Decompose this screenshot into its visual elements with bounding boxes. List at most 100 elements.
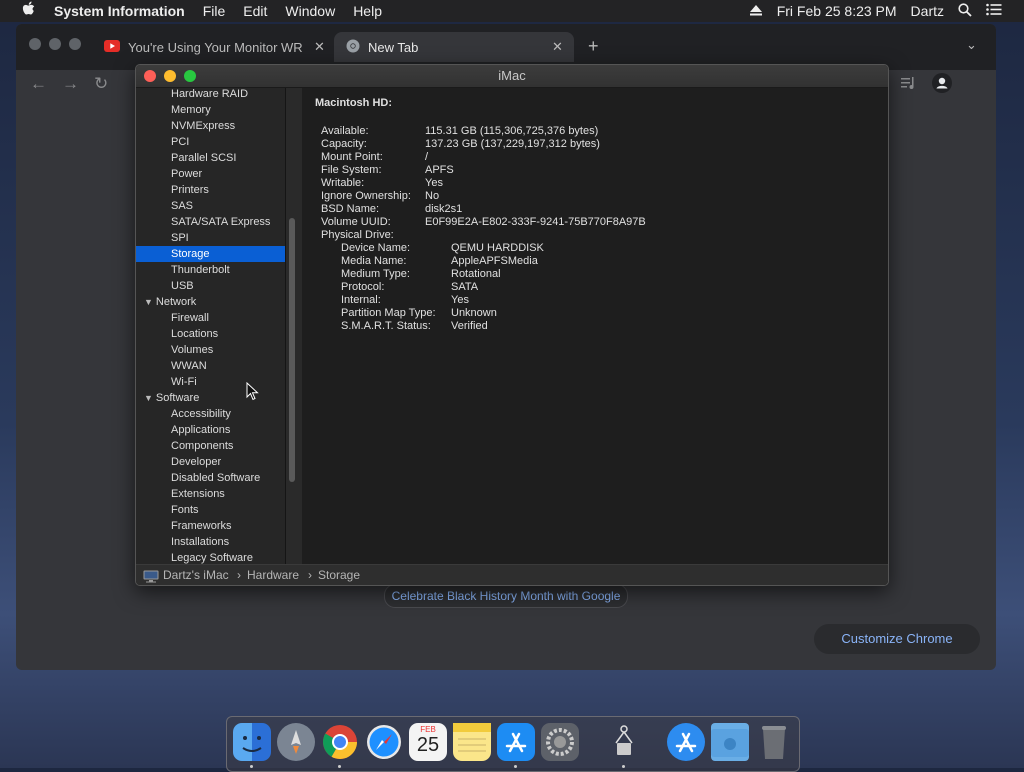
- path-storage[interactable]: Storage: [318, 565, 360, 585]
- sidebar-item-label: WWAN: [171, 360, 207, 372]
- apple-menu-icon[interactable]: [20, 1, 38, 21]
- sidebar-item[interactable]: SAS: [136, 198, 285, 214]
- property-key: BSD Name:: [321, 203, 380, 215]
- sidebar-item[interactable]: WWAN: [136, 358, 285, 374]
- sidebar-item[interactable]: USB: [136, 278, 285, 294]
- sidebar-item[interactable]: Frameworks: [136, 518, 285, 534]
- property-value: Unknown: [451, 307, 497, 319]
- customize-chrome-button[interactable]: Customize Chrome: [814, 624, 980, 654]
- property-key: Partition Map Type:: [341, 307, 436, 319]
- chrome-close-button[interactable]: [29, 38, 41, 50]
- disclosure-triangle-icon[interactable]: ▼: [144, 297, 153, 307]
- sidebar-item-label: Extensions: [171, 488, 225, 500]
- sidebar-item-label: Installations: [171, 536, 230, 548]
- sidebar-item[interactable]: NVMExpress: [136, 118, 285, 134]
- sidebar-item-label: Locations: [171, 328, 219, 340]
- sidebar-item[interactable]: SATA/SATA Express: [136, 214, 285, 230]
- forward-arrow-icon[interactable]: →: [62, 74, 79, 94]
- path-computer[interactable]: Dartz's iMac: [163, 565, 229, 585]
- back-arrow-icon[interactable]: ←: [30, 74, 47, 94]
- sidebar-item[interactable]: Fonts: [136, 502, 285, 518]
- menu-file[interactable]: File: [203, 3, 226, 19]
- window-title-bar[interactable]: iMac: [136, 65, 888, 88]
- property-key: File System:: [321, 164, 382, 176]
- property-key: Media Name:: [341, 255, 407, 267]
- dock: FEB 25: [226, 716, 800, 772]
- trash-icon[interactable]: [755, 723, 793, 761]
- tab-close-icon[interactable]: ✕: [552, 39, 563, 55]
- sidebar-item[interactable]: Accessibility: [136, 406, 285, 422]
- sidebar-group-header[interactable]: ▼ Network: [136, 294, 285, 310]
- menu-edit[interactable]: Edit: [243, 3, 267, 19]
- sidebar-item[interactable]: Printers: [136, 182, 285, 198]
- menubar-user[interactable]: Dartz: [911, 3, 944, 19]
- tab-search-chevron-icon[interactable]: ⌄: [966, 37, 977, 53]
- sidebar-item[interactable]: Memory: [136, 102, 285, 118]
- sidebar-item[interactable]: Legacy Software: [136, 550, 285, 564]
- sidebar-item[interactable]: Thunderbolt: [136, 262, 285, 278]
- system-information-icon[interactable]: [605, 723, 643, 761]
- sidebar-item[interactable]: Disabled Software: [136, 470, 285, 486]
- menu-help[interactable]: Help: [353, 3, 382, 19]
- sidebar-item[interactable]: Developer: [136, 454, 285, 470]
- menu-window[interactable]: Window: [285, 3, 335, 19]
- sidebar-item[interactable]: Storage: [136, 246, 285, 262]
- sidebar-item[interactable]: PCI: [136, 134, 285, 150]
- chrome-zoom-button[interactable]: [69, 38, 81, 50]
- sidebar-item[interactable]: Hardware RAID: [136, 88, 285, 102]
- sidebar-item-label: Fonts: [171, 504, 199, 516]
- scrollbar-thumb[interactable]: [289, 218, 295, 482]
- sidebar-item[interactable]: Power: [136, 166, 285, 182]
- reload-icon[interactable]: ↻: [94, 74, 108, 94]
- tab-new-tab[interactable]: New Tab: [334, 32, 574, 62]
- sidebar-item[interactable]: Parallel SCSI: [136, 150, 285, 166]
- sidebar-item[interactable]: Components: [136, 438, 285, 454]
- profile-avatar-icon[interactable]: [932, 73, 952, 98]
- minimize-button[interactable]: [164, 70, 176, 82]
- sidebar-item-label: PCI: [171, 136, 190, 148]
- property-key: Capacity:: [321, 138, 367, 150]
- sidebar-item[interactable]: Firewall: [136, 310, 285, 326]
- downloads-folder-icon[interactable]: [711, 723, 749, 761]
- sidebar-item-label: Legacy Software: [171, 552, 253, 564]
- category-sidebar: Hardware RAID Memory NVMExpress PCI Parallel…: [136, 88, 285, 564]
- volume-heading: Macintosh HD:: [315, 97, 392, 109]
- path-hardware[interactable]: Hardware: [247, 565, 299, 585]
- chrome-minimize-button[interactable]: [49, 38, 61, 50]
- sidebar-item[interactable]: Locations: [136, 326, 285, 342]
- finder-icon[interactable]: [233, 723, 271, 761]
- applications-folder-icon[interactable]: [667, 723, 705, 761]
- sidebar-item[interactable]: Installations: [136, 534, 285, 550]
- disclosure-triangle-icon[interactable]: ▼: [144, 393, 153, 403]
- system-preferences-icon[interactable]: [541, 723, 579, 761]
- tab-close-icon[interactable]: ✕: [314, 39, 325, 55]
- media-queue-icon[interactable]: [901, 75, 917, 95]
- property-value: No: [425, 190, 440, 202]
- sidebar-group-header[interactable]: ▼ Software: [136, 390, 285, 406]
- launchpad-icon[interactable]: [277, 723, 315, 761]
- notes-icon[interactable]: [453, 723, 491, 761]
- tab-youtube[interactable]: You're Using Your Monitor WR: [104, 32, 330, 62]
- calendar-icon[interactable]: FEB 25: [409, 723, 447, 761]
- close-button[interactable]: [144, 70, 156, 82]
- sidebar-item[interactable]: Volumes: [136, 342, 285, 358]
- spotlight-search-icon[interactable]: [958, 2, 972, 20]
- eject-icon[interactable]: [749, 3, 763, 19]
- doodle-celebrate-button[interactable]: Celebrate Black History Month with Googl…: [384, 584, 628, 608]
- calendar-month: FEB: [420, 725, 436, 734]
- sidebar-item[interactable]: Extensions: [136, 486, 285, 502]
- sidebar-item[interactable]: SPI: [136, 230, 285, 246]
- sidebar-item[interactable]: Wi-Fi: [136, 374, 285, 390]
- app-name-menu[interactable]: System Information: [54, 3, 185, 19]
- menubar-clock[interactable]: Fri Feb 25 8:23 PM: [777, 3, 897, 19]
- sidebar-item-label: Firewall: [171, 312, 209, 324]
- menu-bar: System Information File Edit Window Help…: [0, 0, 1024, 22]
- property-key: S.M.A.R.T. Status:: [341, 320, 431, 332]
- sidebar-item[interactable]: Applications: [136, 422, 285, 438]
- zoom-button[interactable]: [184, 70, 196, 82]
- notification-center-icon[interactable]: [986, 3, 1002, 19]
- chrome-icon[interactable]: [321, 723, 359, 761]
- safari-icon[interactable]: [365, 723, 403, 761]
- app-store-icon[interactable]: [497, 723, 535, 761]
- new-tab-plus-icon[interactable]: +: [588, 36, 599, 57]
